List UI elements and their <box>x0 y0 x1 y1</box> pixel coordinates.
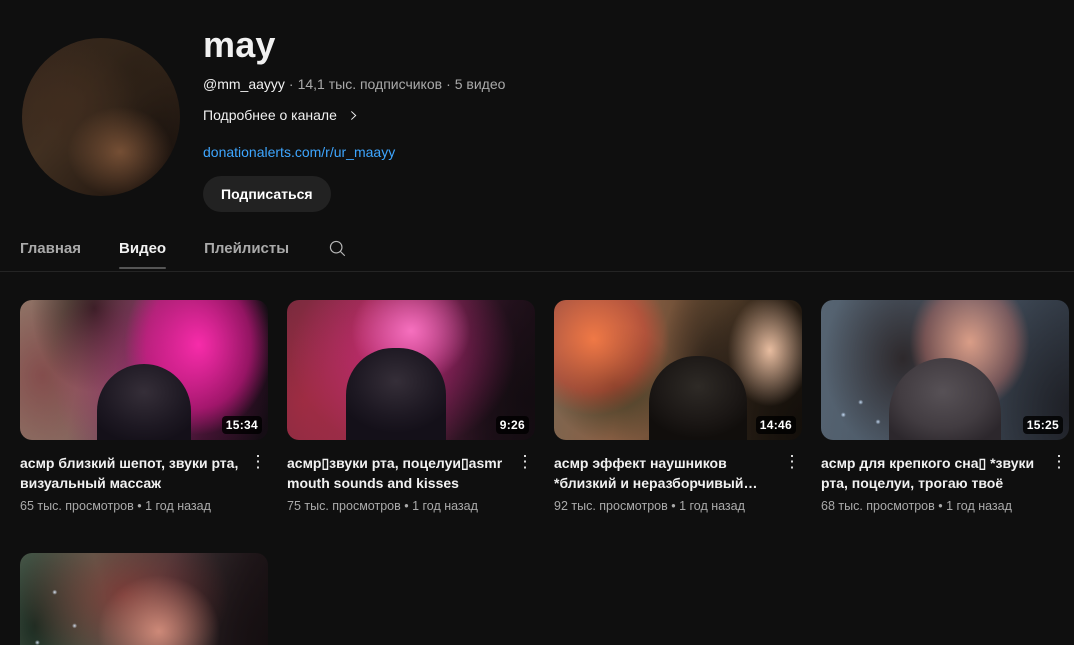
video-thumbnail[interactable]: 15:25 <box>821 300 1069 440</box>
video-card: 15:25 асмр для крепкого сна▯ *звуки рта,… <box>821 300 1069 513</box>
kebab-menu-icon[interactable]: ⋮ <box>1049 453 1069 493</box>
kebab-menu-icon[interactable]: ⋮ <box>782 453 802 493</box>
channel-tabs: Главная Видео Плейлисты <box>0 225 1074 272</box>
video-title[interactable]: асмр▯звуки рта, поцелуи▯asmr mouth sound… <box>287 453 515 493</box>
microphone-in-thumbnail <box>346 348 447 440</box>
microphone-in-thumbnail <box>97 364 191 440</box>
video-meta: 68 тыс. просмотров • 1 год назад <box>821 499 1012 513</box>
video-card: 9:26 асмр▯звуки рта, поцелуи▯asmr mouth … <box>287 300 535 513</box>
more-about-label: Подробнее о канале <box>203 107 337 123</box>
video-card: 14:46 асмр эффект наушников *близкий и н… <box>554 300 802 513</box>
microphone-in-thumbnail <box>648 356 747 440</box>
duration-badge: 9:26 <box>495 416 529 434</box>
tab-videos[interactable]: Видео <box>119 225 167 271</box>
video-meta: 65 тыс. просмотров • 1 год назад <box>20 499 211 513</box>
video-meta: 92 тыс. просмотров • 1 год назад <box>554 499 745 513</box>
tab-home[interactable]: Главная <box>20 225 81 271</box>
video-thumbnail[interactable]: 15:34 <box>20 300 268 440</box>
search-icon <box>327 238 348 259</box>
video-title[interactable]: асмр близкий шепот, звуки рта, визуальны… <box>20 453 248 493</box>
duration-badge: 14:46 <box>755 416 796 434</box>
channel-page: may @mm_aayyy · 14,1 тыс. подписчиков · 5 ви… <box>0 0 1074 645</box>
channel-avatar[interactable] <box>22 38 180 196</box>
video-thumbnail[interactable] <box>20 553 268 645</box>
subscriber-count: 14,1 тыс. подписчиков <box>297 76 443 92</box>
microphone-in-thumbnail <box>889 358 1001 440</box>
video-count: 5 видео <box>454 76 506 92</box>
video-title[interactable]: асмр для крепкого сна▯ *звуки рта, поцел… <box>821 453 1049 493</box>
video-grid-row-2 <box>20 553 268 645</box>
channel-meta-row: @mm_aayyy · 14,1 тыс. подписчиков · 5 видео <box>203 76 505 92</box>
channel-name: may <box>203 24 276 65</box>
video-grid: 15:34 асмр близкий шепот, звуки рта, виз… <box>20 300 1069 513</box>
video-title[interactable]: асмр эффект наушников *близкий и неразбо… <box>554 453 782 493</box>
video-card: 15:34 асмр близкий шепот, звуки рта, виз… <box>20 300 268 513</box>
channel-search-button[interactable] <box>327 238 348 259</box>
subscribe-button[interactable]: Подписаться <box>203 176 331 212</box>
donation-link[interactable]: donationalerts.com/r/ur_maayy <box>203 144 395 160</box>
duration-badge: 15:34 <box>221 416 262 434</box>
duration-badge: 15:25 <box>1022 416 1063 434</box>
video-thumbnail[interactable]: 14:46 <box>554 300 802 440</box>
chevron-right-icon <box>347 109 360 122</box>
channel-handle: @mm_aayyy <box>203 76 285 92</box>
kebab-menu-icon[interactable]: ⋮ <box>515 453 535 493</box>
separator-dot: · <box>288 76 294 92</box>
kebab-menu-icon[interactable]: ⋮ <box>248 453 268 493</box>
video-card <box>20 553 268 645</box>
video-thumbnail[interactable]: 9:26 <box>287 300 535 440</box>
video-meta: 75 тыс. просмотров • 1 год назад <box>287 499 478 513</box>
tab-playlists[interactable]: Плейлисты <box>204 225 289 271</box>
more-about-channel-link[interactable]: Подробнее о канале <box>203 107 360 123</box>
separator-dot: · <box>446 76 451 92</box>
